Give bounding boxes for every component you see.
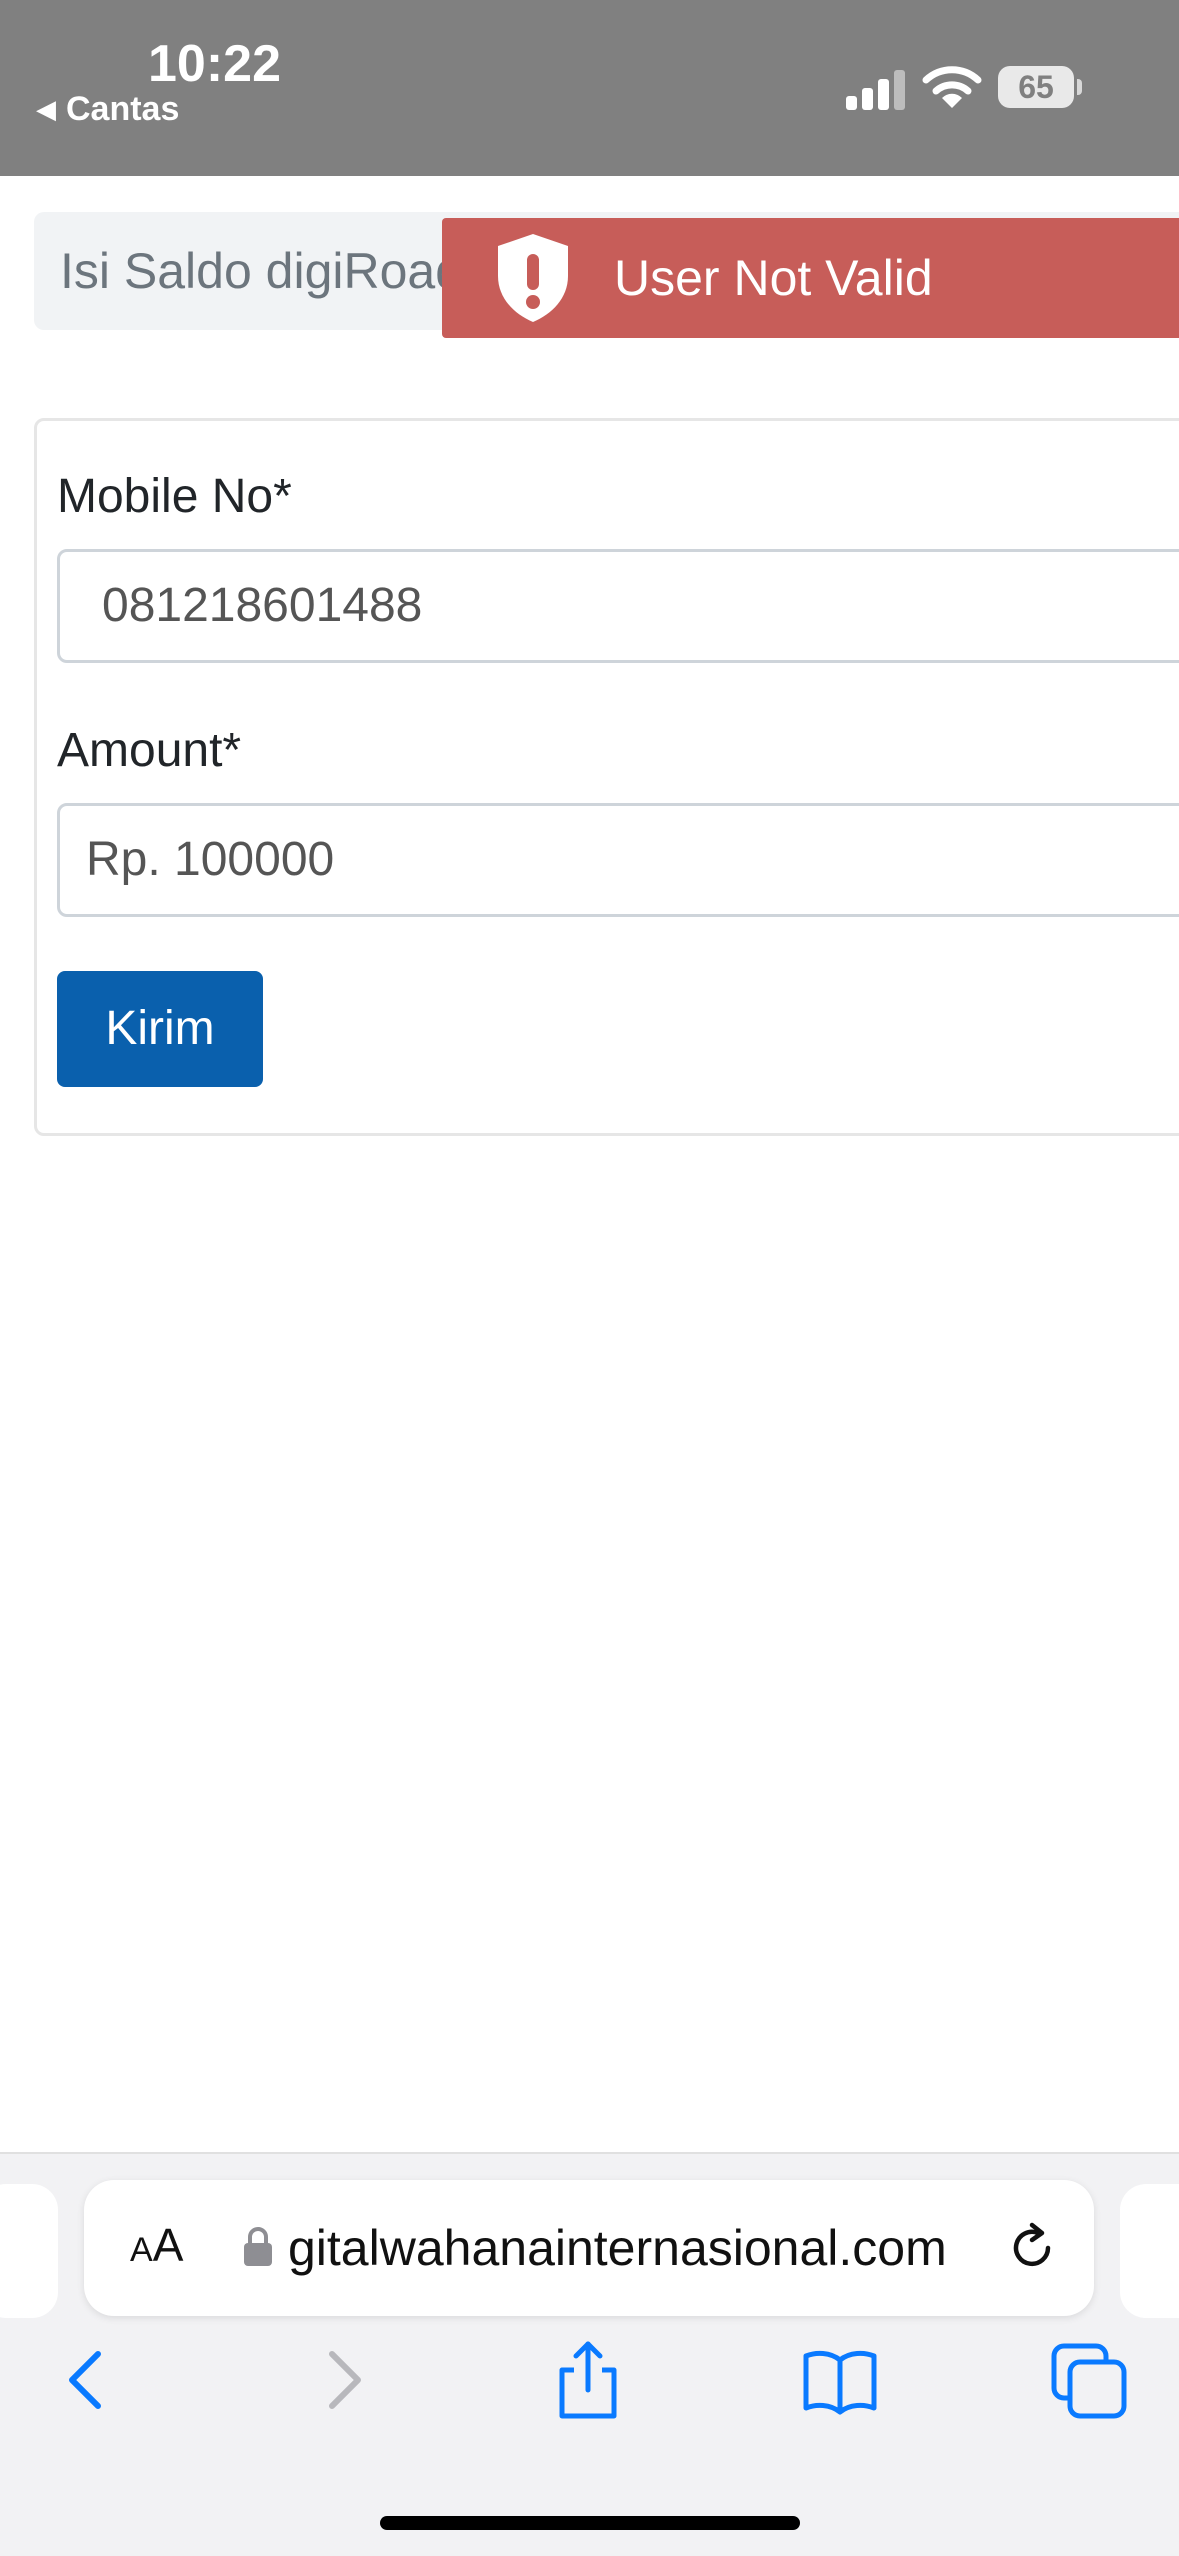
tabs-icon[interactable] (1050, 2340, 1130, 2420)
url-text[interactable]: gitalwahanainternasional.com (288, 2180, 1048, 2316)
battery-nub (1077, 79, 1082, 95)
next-tab-peek[interactable] (1120, 2184, 1179, 2318)
home-indicator[interactable] (380, 2516, 800, 2530)
clock-time: 10:22 (148, 35, 281, 93)
back-icon[interactable] (48, 2340, 128, 2420)
toast-message: User Not Valid (614, 250, 933, 306)
address-bar[interactable]: AA gitalwahanainternasional.com (84, 2180, 1094, 2316)
status-bar: 10:22 ◀ Cantas 65 (0, 0, 1179, 176)
forward-icon[interactable] (302, 2340, 382, 2420)
send-button[interactable]: Kirim (57, 971, 263, 1087)
mobile-label: Mobile No* (57, 470, 292, 523)
amount-field[interactable]: Rp. 100000 (57, 803, 1179, 917)
wifi-icon (922, 66, 982, 108)
amount-label: Amount* (57, 724, 242, 777)
back-app-label: Cantas (66, 90, 180, 128)
mobile-number-field[interactable]: 081218601488 (57, 549, 1179, 663)
lock-icon (244, 2227, 272, 2266)
error-toast[interactable]: User Not Valid (442, 218, 1179, 338)
page-settings-icon[interactable]: AA (130, 2218, 183, 2272)
topup-form-card: Mobile No* 081218601488 Amount* Rp. 1000… (34, 418, 1179, 1136)
previous-tab-peek[interactable] (0, 2184, 58, 2318)
bookmarks-icon[interactable] (800, 2340, 880, 2420)
reload-icon[interactable] (1004, 2220, 1060, 2276)
breadcrumb-title: Isi Saldo digiRoad (60, 243, 464, 299)
back-triangle-icon: ◀ (36, 94, 56, 124)
back-to-app-button[interactable]: ◀ Cantas (36, 90, 179, 129)
cellular-signal-icon (846, 70, 905, 110)
share-icon[interactable] (548, 2340, 628, 2420)
shield-alert-icon (498, 234, 568, 322)
battery-indicator: 65 (998, 66, 1074, 108)
